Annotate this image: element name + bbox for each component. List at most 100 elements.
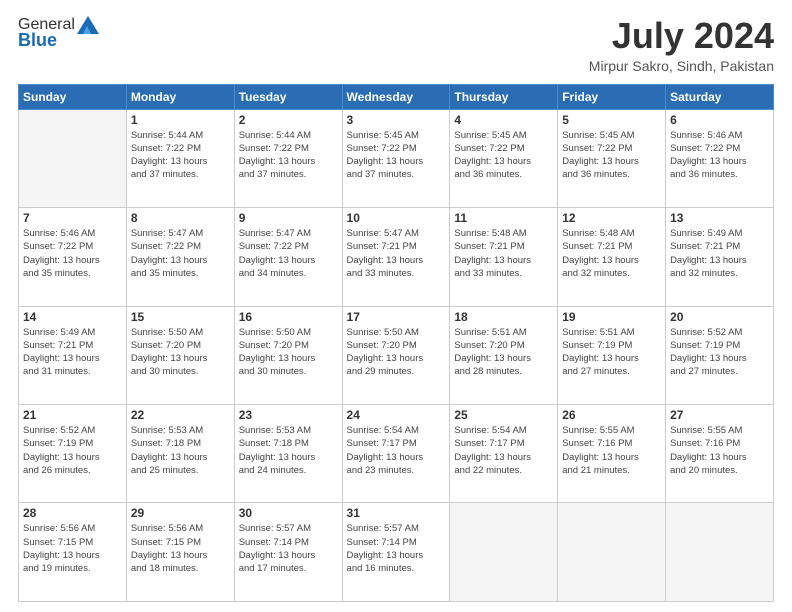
day-number: 19 (562, 310, 661, 324)
calendar-cell: 17Sunrise: 5:50 AM Sunset: 7:20 PM Dayli… (342, 306, 450, 404)
header: General Blue July 2024 Mirpur Sakro, Sin… (18, 16, 774, 74)
calendar-cell: 18 Sunrise: 5:51 AM Sunset: 7:20 PM Dayli… (450, 306, 558, 404)
calendar-cell: 26 Sunrise: 5:55 AM Sunset: 7:16 PM Dayli… (558, 405, 666, 503)
calendar-cell: 8 Sunrise: 5:47 AM Sunset: 7:22 PM Daylig… (126, 208, 234, 306)
day-info: Sunrise: 5:45 AM Sunset: 7:22 PM Dayligh… (454, 129, 553, 182)
day-info: Sunrise: 5:51 AM Sunset: 7:19 PM Dayligh… (562, 326, 661, 379)
day-info: Sunrise: 5:57 AM Sunset: 7:14 PM Dayligh… (239, 522, 338, 575)
day-info: Sunrise: 5:47 AM Sunset: 7:21 PM Dayligh… (347, 227, 446, 280)
day-header-tuesday: Tuesday (234, 84, 342, 109)
day-number: 24 (347, 408, 446, 422)
day-number: 25 (454, 408, 553, 422)
logo-icon (77, 16, 99, 34)
calendar-cell: 21 Sunrise: 5:52 AM Sunset: 7:19 PM Dayli… (19, 405, 127, 503)
day-info: Sunrise: 5:53 AM Sunset: 7:18 PM Dayligh… (239, 424, 338, 477)
day-info: Sunrise: 5:53 AM Sunset: 7:18 PM Dayligh… (131, 424, 230, 477)
day-info: Sunrise: 5:52 AM Sunset: 7:19 PM Dayligh… (670, 326, 769, 379)
calendar-cell (666, 503, 774, 602)
day-info: Sunrise: 5:49 AM Sunset: 7:21 PM Dayligh… (670, 227, 769, 280)
day-info: Sunrise: 5:44 AM Sunset: 7:22 PM Dayligh… (239, 129, 338, 182)
day-info: Sunrise: 5:46 AM Sunset: 7:22 PM Dayligh… (670, 129, 769, 182)
day-number: 6 (670, 113, 769, 127)
day-number: 9 (239, 211, 338, 225)
day-number: 26 (562, 408, 661, 422)
logo-blue-text: Blue (18, 30, 57, 51)
calendar-cell: 6 Sunrise: 5:46 AM Sunset: 7:22 PM Daylig… (666, 109, 774, 207)
day-info: Sunrise: 5:50 AM Sunset: 7:20 PM Dayligh… (131, 326, 230, 379)
day-info: Sunrise: 5:50 AM Sunset: 7:20 PM Dayligh… (239, 326, 338, 379)
week-row-1: 1 Sunrise: 5:44 AM Sunset: 7:22 PM Daylig… (19, 109, 774, 207)
day-info: Sunrise: 5:51 AM Sunset: 7:20 PM Dayligh… (454, 326, 553, 379)
calendar-cell: 11 Sunrise: 5:48 AM Sunset: 7:21 PM Dayli… (450, 208, 558, 306)
calendar-cell: 3 Sunrise: 5:45 AM Sunset: 7:22 PM Daylig… (342, 109, 450, 207)
day-number: 22 (131, 408, 230, 422)
calendar-cell: 14 Sunrise: 5:49 AM Sunset: 7:21 PM Dayli… (19, 306, 127, 404)
month-year: July 2024 (589, 16, 774, 56)
calendar-cell: 25 Sunrise: 5:54 AM Sunset: 7:17 PM Dayli… (450, 405, 558, 503)
calendar-cell: 5 Sunrise: 5:45 AM Sunset: 7:22 PM Daylig… (558, 109, 666, 207)
day-info: Sunrise: 5:55 AM Sunset: 7:16 PM Dayligh… (670, 424, 769, 477)
calendar-cell: 1 Sunrise: 5:44 AM Sunset: 7:22 PM Daylig… (126, 109, 234, 207)
week-row-5: 28 Sunrise: 5:56 AM Sunset: 7:15 PM Dayli… (19, 503, 774, 602)
calendar-cell (450, 503, 558, 602)
day-number: 13 (670, 211, 769, 225)
day-info: Sunrise: 5:50 AM Sunset: 7:20 PM Dayligh… (347, 326, 446, 379)
day-number: 28 (23, 506, 122, 520)
day-info: Sunrise: 5:46 AM Sunset: 7:22 PM Dayligh… (23, 227, 122, 280)
calendar-cell: 10 Sunrise: 5:47 AM Sunset: 7:21 PM Dayli… (342, 208, 450, 306)
day-number: 21 (23, 408, 122, 422)
day-info: Sunrise: 5:48 AM Sunset: 7:21 PM Dayligh… (454, 227, 553, 280)
day-info: Sunrise: 5:45 AM Sunset: 7:22 PM Dayligh… (562, 129, 661, 182)
calendar-cell: 9Sunrise: 5:47 AM Sunset: 7:22 PM Daylig… (234, 208, 342, 306)
day-info: Sunrise: 5:54 AM Sunset: 7:17 PM Dayligh… (347, 424, 446, 477)
day-info: Sunrise: 5:44 AM Sunset: 7:22 PM Dayligh… (131, 129, 230, 182)
day-number: 5 (562, 113, 661, 127)
day-number: 10 (347, 211, 446, 225)
day-number: 7 (23, 211, 122, 225)
week-row-4: 21 Sunrise: 5:52 AM Sunset: 7:19 PM Dayli… (19, 405, 774, 503)
day-number: 2 (239, 113, 338, 127)
day-info: Sunrise: 5:57 AM Sunset: 7:14 PM Dayligh… (347, 522, 446, 575)
day-info: Sunrise: 5:52 AM Sunset: 7:19 PM Dayligh… (23, 424, 122, 477)
calendar-cell: 27 Sunrise: 5:55 AM Sunset: 7:16 PM Dayli… (666, 405, 774, 503)
week-row-2: 7 Sunrise: 5:46 AM Sunset: 7:22 PM Daylig… (19, 208, 774, 306)
calendar-cell: 31 Sunrise: 5:57 AM Sunset: 7:14 PM Dayli… (342, 503, 450, 602)
calendar-cell: 7 Sunrise: 5:46 AM Sunset: 7:22 PM Daylig… (19, 208, 127, 306)
day-info: Sunrise: 5:49 AM Sunset: 7:21 PM Dayligh… (23, 326, 122, 379)
day-header-saturday: Saturday (666, 84, 774, 109)
day-header-monday: Monday (126, 84, 234, 109)
calendar-cell: 20Sunrise: 5:52 AM Sunset: 7:19 PM Dayli… (666, 306, 774, 404)
day-number: 8 (131, 211, 230, 225)
day-info: Sunrise: 5:54 AM Sunset: 7:17 PM Dayligh… (454, 424, 553, 477)
day-number: 3 (347, 113, 446, 127)
calendar-cell: 2 Sunrise: 5:44 AM Sunset: 7:22 PM Daylig… (234, 109, 342, 207)
calendar-cell: 22 Sunrise: 5:53 AM Sunset: 7:18 PM Dayli… (126, 405, 234, 503)
week-row-3: 14 Sunrise: 5:49 AM Sunset: 7:21 PM Dayli… (19, 306, 774, 404)
day-info: Sunrise: 5:47 AM Sunset: 7:22 PM Dayligh… (131, 227, 230, 280)
title-area: July 2024 Mirpur Sakro, Sindh, Pakistan (589, 16, 774, 74)
calendar-cell: 15Sunrise: 5:50 AM Sunset: 7:20 PM Dayli… (126, 306, 234, 404)
calendar-page: General Blue July 2024 Mirpur Sakro, Sin… (0, 0, 792, 612)
day-number: 12 (562, 211, 661, 225)
day-info: Sunrise: 5:48 AM Sunset: 7:21 PM Dayligh… (562, 227, 661, 280)
day-header-thursday: Thursday (450, 84, 558, 109)
day-number: 1 (131, 113, 230, 127)
day-number: 14 (23, 310, 122, 324)
calendar-cell (19, 109, 127, 207)
day-number: 4 (454, 113, 553, 127)
day-info: Sunrise: 5:56 AM Sunset: 7:15 PM Dayligh… (23, 522, 122, 575)
day-info: Sunrise: 5:55 AM Sunset: 7:16 PM Dayligh… (562, 424, 661, 477)
calendar-cell: 16Sunrise: 5:50 AM Sunset: 7:20 PM Dayli… (234, 306, 342, 404)
day-number: 18 (454, 310, 553, 324)
day-info: Sunrise: 5:56 AM Sunset: 7:15 PM Dayligh… (131, 522, 230, 575)
calendar-cell: 24 Sunrise: 5:54 AM Sunset: 7:17 PM Dayli… (342, 405, 450, 503)
logo: General Blue (18, 16, 99, 51)
day-number: 31 (347, 506, 446, 520)
location: Mirpur Sakro, Sindh, Pakistan (589, 58, 774, 74)
day-info: Sunrise: 5:45 AM Sunset: 7:22 PM Dayligh… (347, 129, 446, 182)
header-row: SundayMondayTuesdayWednesdayThursdayFrid… (19, 84, 774, 109)
day-number: 11 (454, 211, 553, 225)
day-number: 27 (670, 408, 769, 422)
day-number: 29 (131, 506, 230, 520)
calendar-cell (558, 503, 666, 602)
